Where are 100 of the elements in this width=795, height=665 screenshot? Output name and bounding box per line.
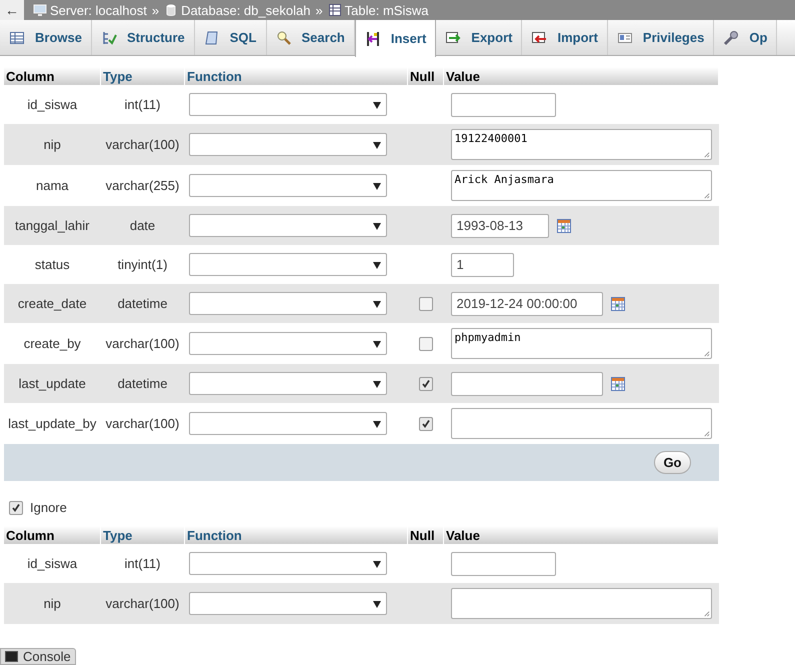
breadcrumb-link[interactable]: Database: db_sekolah [181,2,310,18]
column-type: int(11) [100,544,184,583]
resize-grip-icon[interactable] [702,350,710,357]
import-icon [531,30,548,46]
calendar-icon[interactable] [610,296,624,310]
column-type: date [100,206,184,245]
value-textarea[interactable]: Arick Anjasmara [450,170,712,201]
breadcrumb-separator: » [152,2,160,18]
caret-icon [372,601,380,608]
caret-icon [372,142,380,149]
value-textarea[interactable]: phpmyadmin [450,328,712,359]
function-select[interactable] [188,292,386,315]
value-textarea[interactable] [450,408,712,439]
function-select[interactable] [188,332,386,355]
null-checkbox[interactable] [418,377,432,392]
tab[interactable]: Browse [0,20,92,55]
column-header[interactable]: Function [184,67,408,85]
resize-grip-icon[interactable] [702,430,710,437]
calendar-icon[interactable] [556,218,570,232]
go-button[interactable]: Go [654,451,690,474]
column-header: Value [444,526,718,544]
insert-row-icon [364,30,381,46]
ignore-label: Ignore [30,500,67,515]
column-type: tinyint(1) [100,245,184,284]
function-select[interactable] [188,372,386,395]
tab[interactable]: Op [714,20,778,55]
search-icon [276,30,292,46]
column-type: int(11) [100,85,184,124]
column-name: create_by [4,323,100,364]
breadcrumb-link[interactable]: Server: localhost [50,2,147,18]
column-name: status [4,245,100,284]
value-textarea[interactable]: 19122400001 [450,129,712,160]
column-type: varchar(255) [100,165,184,206]
column-name: nip [4,124,100,165]
column-name: nip [4,583,100,624]
function-select[interactable] [188,214,386,237]
column-type: varchar(100) [100,124,184,165]
tab[interactable]: Search [266,20,355,55]
value-input[interactable] [450,92,556,116]
caret-icon [372,301,380,308]
database-icon [164,3,178,17]
function-select[interactable] [188,133,386,156]
calendar-icon[interactable] [610,376,624,390]
function-select[interactable] [188,592,386,615]
value-input[interactable] [450,372,602,396]
table-icon [9,30,25,46]
function-select[interactable] [188,412,386,435]
column-type: varchar(100) [100,323,184,364]
null-checkbox[interactable] [418,337,432,352]
monitor-icon [33,3,47,17]
tab[interactable]: Structure [92,20,195,55]
caret-icon [372,381,380,388]
column-header: Null [408,526,444,544]
caret-icon [372,183,380,190]
function-select[interactable] [188,552,386,575]
wrench-icon [723,30,740,46]
column-type: datetime [100,284,184,323]
column-name: last_update [4,364,100,403]
tab[interactable]: Import [522,20,608,55]
null-checkbox[interactable] [418,297,432,312]
ignore-checkbox[interactable] [9,500,23,514]
column-name: nama [4,165,100,206]
column-name: id_siswa [4,85,100,124]
column-header[interactable]: Type [100,526,184,544]
caret-icon [372,341,380,348]
column-header[interactable]: Function [184,526,408,544]
function-select[interactable] [188,93,386,116]
column-name: id_siswa [4,544,100,583]
column-type: varchar(100) [100,403,184,444]
function-select[interactable] [188,174,386,197]
caret-icon [372,262,380,269]
value-textarea[interactable] [450,588,712,619]
value-input[interactable]: 1 [450,252,514,276]
terminal-icon [5,651,18,662]
value-input[interactable]: 2019-12-24 00:00:00 [450,292,602,316]
resize-grip-icon[interactable] [702,610,710,617]
console-button[interactable]: Console [0,648,76,665]
resize-grip-icon[interactable] [702,151,710,158]
value-input[interactable] [450,552,556,576]
back-button[interactable]: ← [0,0,24,20]
caret-icon [372,223,380,230]
tab[interactable]: Export [436,20,522,55]
tab[interactable]: Insert [354,20,436,57]
column-name: tanggal_lahir [4,206,100,245]
column-header[interactable]: Type [100,67,184,85]
export-icon [445,30,462,46]
function-select[interactable] [188,253,386,276]
column-header: Null [408,67,444,85]
breadcrumb-link[interactable]: Table: mSiswa [344,2,428,18]
resize-grip-icon[interactable] [702,192,710,199]
caret-icon [372,561,380,568]
null-checkbox[interactable] [418,417,432,432]
tab[interactable]: Privileges [608,20,714,55]
tab[interactable]: SQL [194,20,266,55]
column-type: varchar(100) [100,583,184,624]
column-header: Value [444,67,718,85]
column-header: Column [4,526,100,544]
column-name: last_update_by [4,403,100,444]
caret-icon [372,421,380,428]
value-input[interactable]: 1993-08-13 [450,214,548,238]
